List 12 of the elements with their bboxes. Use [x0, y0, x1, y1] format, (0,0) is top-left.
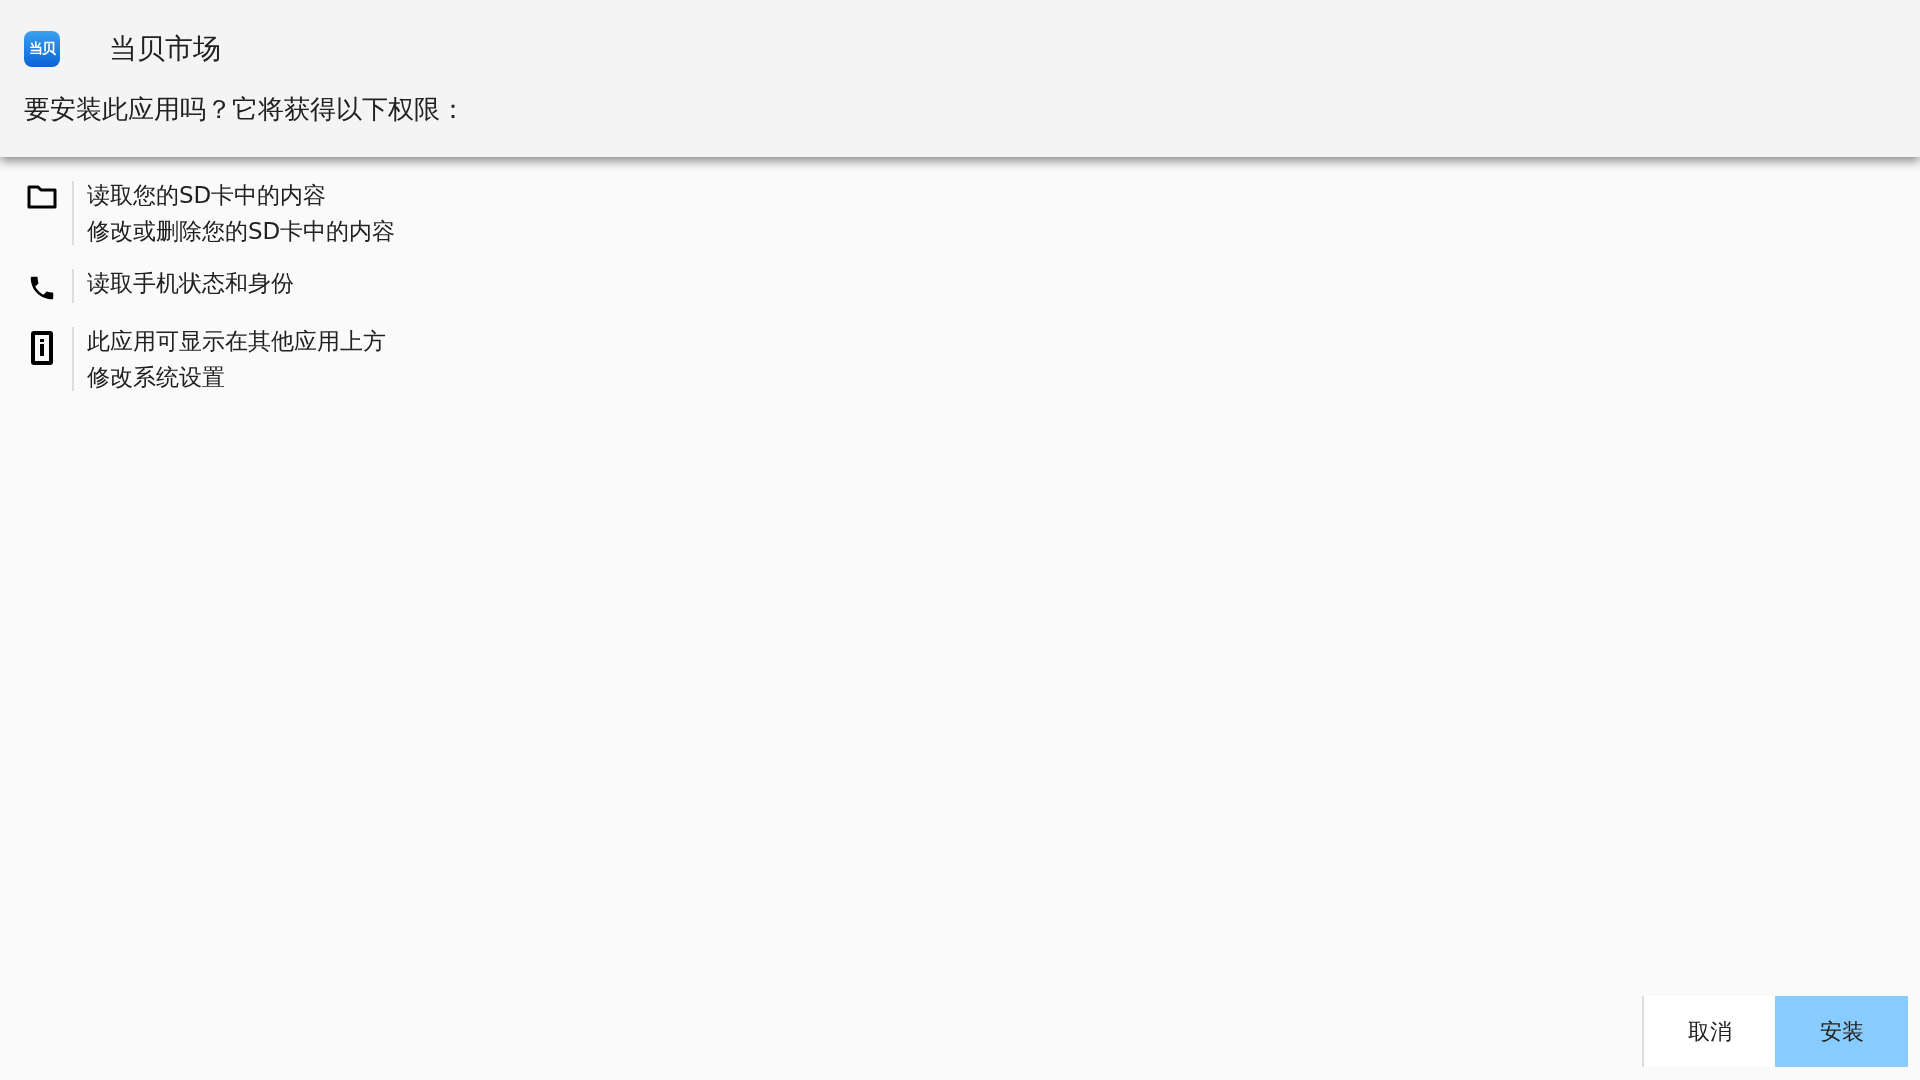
permission-text: 读取您的SD卡中的内容 [87, 181, 328, 209]
install-prompt: 要安装此应用吗？它将获得以下权限： [24, 93, 467, 126]
phone-info-icon [30, 331, 53, 365]
folder-icon [26, 185, 57, 209]
permission-text: 修改系统设置 [87, 363, 226, 391]
app-icon: 当贝 [24, 31, 60, 67]
permission-text: 此应用可显示在其他应用上方 [87, 327, 386, 355]
permission-text: 修改或删除您的SD卡中的内容 [87, 217, 396, 245]
cancel-button[interactable]: 取消 [1642, 996, 1775, 1067]
permission-text: 读取手机状态和身份 [87, 269, 294, 297]
install-button[interactable]: 安装 [1775, 996, 1908, 1067]
app-name: 当贝市场 [109, 31, 221, 67]
